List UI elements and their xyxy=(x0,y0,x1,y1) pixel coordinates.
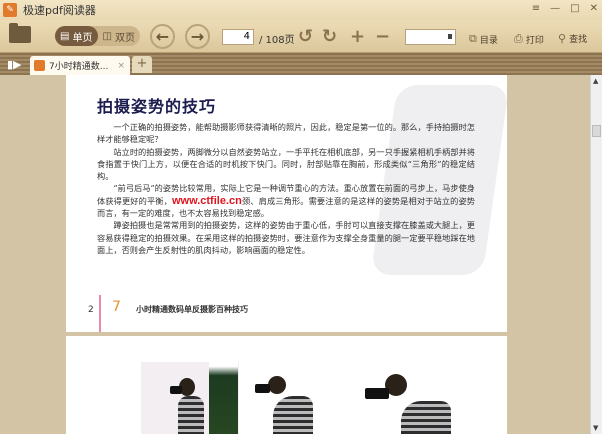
scroll-down-icon[interactable]: ▼ xyxy=(593,424,598,432)
window-title: 极速pdf阅读器 xyxy=(23,4,96,17)
double-page-icon: ◫ xyxy=(102,30,112,42)
sidebar-toggle-icon[interactable]: ▮▶ xyxy=(7,58,22,71)
page-heading: 拍摄姿势的技巧 xyxy=(97,97,217,116)
footer-badge: 7 xyxy=(112,299,121,315)
zoom-out-icon[interactable]: − xyxy=(375,26,390,47)
page-number: 2 xyxy=(88,305,94,315)
rotate-right-icon[interactable]: ↻ xyxy=(322,26,337,47)
next-page-button[interactable]: → xyxy=(185,24,210,49)
dropdown-icon xyxy=(448,34,452,39)
new-tab-button[interactable]: + xyxy=(132,56,152,73)
tab-bar: ▮▶ 7小时精通数... × + xyxy=(0,53,602,75)
print-icon: ⎙ xyxy=(514,32,523,45)
close-tab-icon[interactable]: × xyxy=(117,61,125,71)
page-body: 一个正确的拍摄姿势，能帮助摄影师获得清晰的照片，因此，稳定是第一位的。那么，手持… xyxy=(97,122,475,255)
prev-page-button[interactable]: ← xyxy=(150,24,175,49)
title-bar: ✎ 极速pdf阅读器 ≡ — □ ✕ xyxy=(0,0,602,20)
photo-head xyxy=(268,376,286,394)
photo-camera xyxy=(170,386,182,394)
zoom-in-icon[interactable]: + xyxy=(350,26,365,47)
footer-title: 小时精通数码单反摄影百种技巧 xyxy=(136,305,248,314)
toc-button[interactable]: ⧉ 目录 xyxy=(469,32,498,46)
pdf-page xyxy=(66,336,507,434)
photo-tree xyxy=(209,362,238,434)
open-folder-icon[interactable] xyxy=(9,23,31,43)
photo-camera xyxy=(365,388,389,399)
search-button[interactable]: ⚲ 查找 xyxy=(558,32,587,45)
scroll-up-icon[interactable]: ▲ xyxy=(593,77,598,85)
vertical-scrollbar[interactable]: ▲ ▼ xyxy=(590,75,602,434)
page-number-input[interactable]: 4 xyxy=(222,29,254,45)
copy-icon: ⧉ xyxy=(469,32,477,45)
search-icon: ⚲ xyxy=(558,32,567,45)
scrollbar-thumb[interactable] xyxy=(592,125,601,137)
photo-lunge-photographer xyxy=(273,396,313,434)
photo-camera xyxy=(255,384,270,393)
maximize-button[interactable]: □ xyxy=(570,3,579,14)
total-pages: / 108页 xyxy=(259,35,295,46)
print-button[interactable]: ⎙ 打印 xyxy=(514,32,544,46)
pdf-page: 拍摄姿势的技巧 一个正确的拍摄姿势，能帮助摄影师获得清晰的照片，因此，稳定是第一… xyxy=(66,75,510,332)
minimize-button[interactable]: — xyxy=(550,3,560,14)
page-icon: ▤ xyxy=(60,30,70,42)
rotate-left-icon[interactable]: ↺ xyxy=(298,26,313,47)
watermark-text: www.ctfile.cn xyxy=(171,194,242,207)
document-viewer[interactable]: 拍摄姿势的技巧 一个正确的拍摄姿势，能帮助摄影师获得清晰的照片，因此，稳定是第一… xyxy=(0,75,590,434)
photo-standing-photographer xyxy=(178,396,204,434)
app-logo-icon: ✎ xyxy=(3,3,17,17)
zoom-select[interactable] xyxy=(405,29,456,45)
pdf-icon xyxy=(34,60,45,71)
photo-squat-photographer xyxy=(401,401,451,434)
menu-button[interactable]: ≡ xyxy=(532,3,540,14)
footer-divider xyxy=(99,295,101,332)
tab-document[interactable]: 7小时精通数... × xyxy=(30,56,130,75)
double-page-button[interactable]: ◫ 双页 xyxy=(98,26,141,46)
close-button[interactable]: ✕ xyxy=(590,3,598,14)
single-page-button[interactable]: ▤ 单页 xyxy=(55,26,98,46)
toolbar: ▤ 单页 ◫ 双页 ← → 4 / 108页 ↺ ↻ + − ⧉ 目录 ⎙ 打印 ⚲ 查找 xyxy=(0,20,602,53)
